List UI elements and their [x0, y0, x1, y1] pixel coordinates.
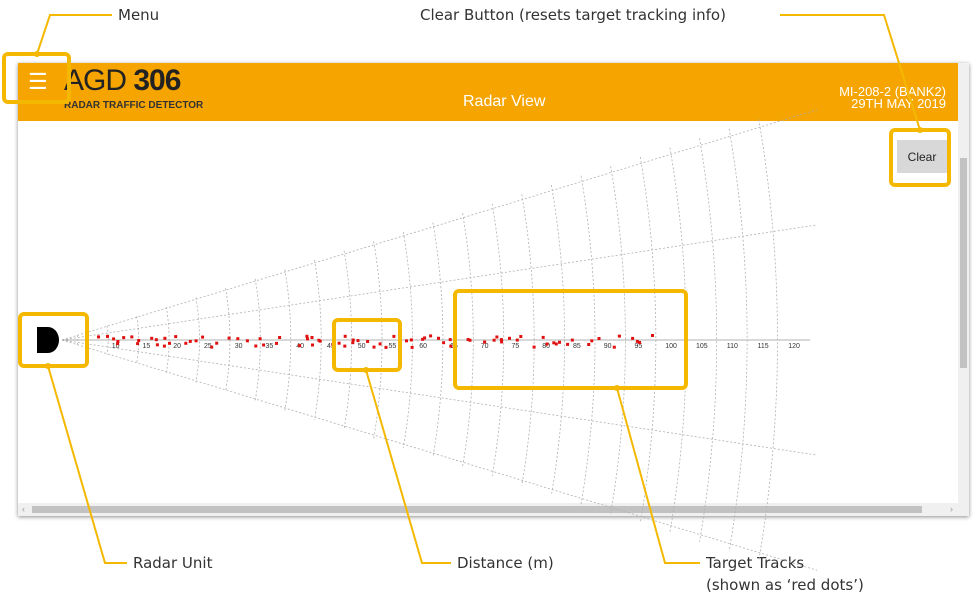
horizontal-scrollbar[interactable]: ‹ ›: [18, 503, 969, 516]
menu-annotation: Menu: [118, 6, 160, 24]
header-bar: ☰ AGD 306 RADAR TRAFFIC DETECTOR Radar V…: [18, 63, 958, 121]
logo-subtitle: RADAR TRAFFIC DETECTOR: [64, 100, 204, 111]
menu-callout-dot: [34, 51, 40, 57]
device-date: 29TH MAY 2019: [851, 96, 946, 111]
page-title: Radar View: [463, 93, 546, 110]
menu-callout: [36, 14, 112, 55]
scroll-left-arrow-icon[interactable]: ‹: [22, 504, 25, 514]
vertical-scrollbar[interactable]: [958, 63, 969, 503]
radar-unit-annotation: Radar Unit: [133, 554, 213, 572]
horizontal-scroll-thumb[interactable]: [32, 506, 922, 513]
menu-button[interactable]: ☰: [28, 69, 48, 95]
logo-prefix: AGD: [64, 64, 127, 97]
logo-number: 306: [133, 64, 181, 97]
target-tracks-annotation-note: (shown as ‘red dots’): [706, 576, 864, 594]
clear-annotation: Clear Button (resets target tracking inf…: [420, 6, 726, 24]
scroll-right-arrow-icon[interactable]: ›: [950, 504, 953, 514]
vertical-scroll-thumb[interactable]: [960, 158, 967, 368]
logo: AGD 306: [64, 63, 181, 99]
distance-annotation: Distance (m): [457, 554, 554, 572]
target-tracks-annotation: Target Tracks: [706, 554, 805, 572]
clear-button[interactable]: Clear: [897, 140, 947, 173]
app-window: ☰ AGD 306 RADAR TRAFFIC DETECTOR Radar V…: [18, 63, 969, 516]
